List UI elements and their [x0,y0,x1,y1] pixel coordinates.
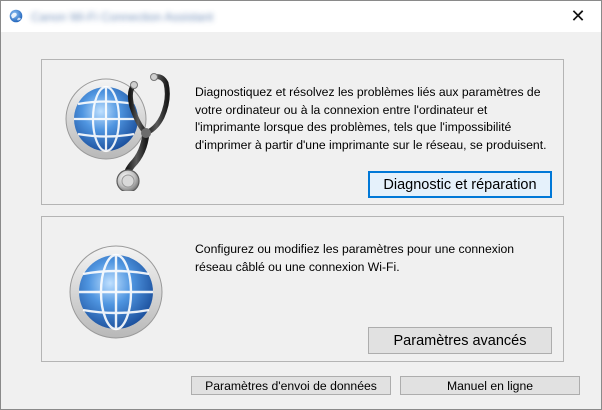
window-title: Canon Wi-Fi Connection Assistant [31,10,214,24]
app-globe-icon [9,9,23,23]
advanced-settings-panel: Configurez ou modifiez les paramètres po… [41,216,564,362]
diagnostic-description: Diagnostiquez et résolvez les problèmes … [195,85,547,152]
app-window: Canon Wi-Fi Connection Assistant ✕ Diagn… [0,0,602,410]
diagnostic-panel: Diagnostiquez et résolvez les problèmes … [41,59,564,205]
advanced-settings-description: Configurez ou modifiez les paramètres po… [195,242,515,274]
focus-inner-border [371,174,549,195]
advanced-settings-button[interactable]: Paramètres avancés [368,327,552,354]
diagnostic-repair-button[interactable]: Diagnostic et réparation [368,171,552,198]
send-data-settings-button[interactable]: Paramètres d'envoi de données [191,376,391,395]
globe-icon [69,245,163,339]
online-manual-button[interactable]: Manuel en ligne [400,376,580,395]
title-bar[interactable]: Canon Wi-Fi Connection Assistant ✕ [1,1,601,32]
close-button[interactable]: ✕ [555,1,601,32]
globe-stethoscope-icon [65,73,170,191]
